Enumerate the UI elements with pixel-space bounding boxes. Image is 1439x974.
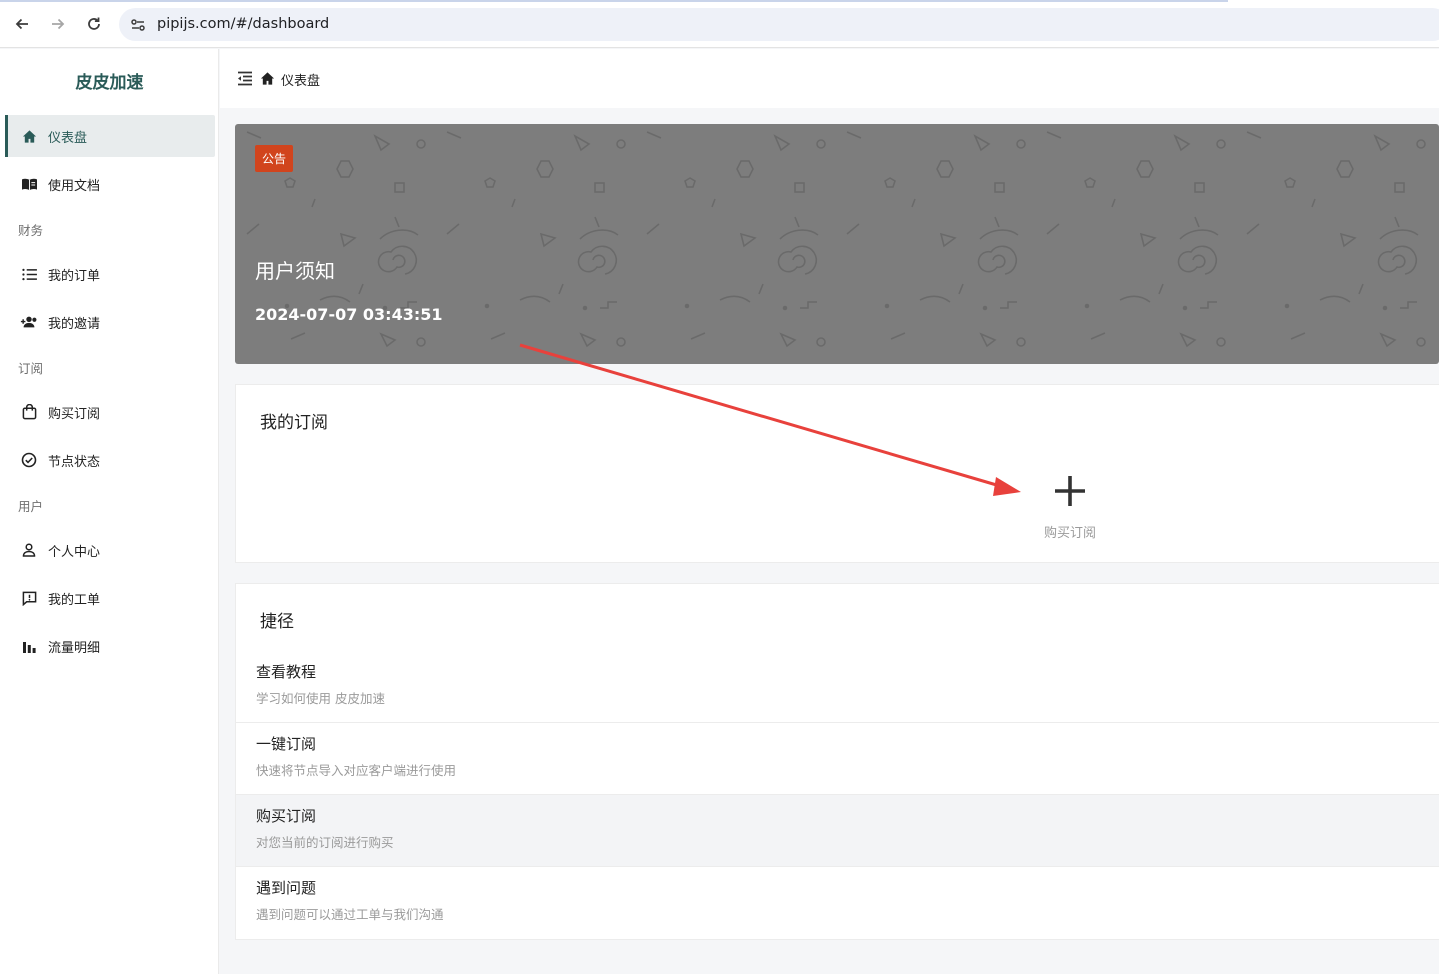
notice-title[interactable]: 用户须知: [255, 255, 335, 284]
sidebar-item-invites[interactable]: 我的邀请: [5, 301, 215, 343]
notice-banner[interactable]: 公告 用户须知 2024-07-07 03:43:51: [235, 124, 1439, 364]
sidebar-item-label: 节点状态: [48, 454, 101, 470]
notice-timestamp: 2024-07-07 03:43:51: [255, 305, 443, 324]
sidebar-item-dashboard[interactable]: 仪表盘: [5, 115, 215, 157]
sidebar-item-traffic[interactable]: 流量明细: [5, 625, 215, 667]
shortcut-title: 遇到问题: [256, 879, 317, 897]
back-button[interactable]: [12, 14, 32, 34]
user-add-icon: [20, 313, 38, 331]
breadcrumb[interactable]: 仪表盘: [281, 70, 320, 89]
home-icon: [20, 127, 38, 145]
shortcut-title: 一键订阅: [256, 735, 317, 753]
sidebar-item-label: 个人中心: [48, 544, 101, 560]
menu-group-user: 用户: [18, 499, 44, 514]
menu-fold-icon[interactable]: [236, 70, 254, 88]
shortcut-desc: 对您当前的订阅进行购买: [256, 835, 394, 850]
home-icon: [260, 72, 275, 85]
sidebar: 皮皮加速 仪表盘 使用文档 财务 我的订单 我的邀请 订阅 购买订阅 节点状态 …: [0, 49, 219, 974]
bar-chart-icon: [20, 637, 38, 655]
banner-pattern: [235, 124, 1439, 364]
person-icon: [20, 541, 38, 559]
shortcuts-card: 捷径 查看教程 学习如何使用 皮皮加速 一键订阅 快速将节点导入对应客户端进行使…: [235, 583, 1439, 940]
plus-icon: [1055, 476, 1085, 506]
menu-group-subscription: 订阅: [18, 361, 44, 376]
shortcut-buy-subscription[interactable]: 购买订阅 对您当前的订阅进行购买: [236, 795, 1439, 867]
reload-button[interactable]: [84, 14, 104, 34]
top-header: 仪表盘: [220, 49, 1439, 108]
menu-group-finance: 财务: [18, 223, 44, 238]
brand-title[interactable]: 皮皮加速: [0, 68, 219, 93]
arrow-right-icon: [52, 18, 65, 30]
sidebar-item-label: 流量明细: [48, 640, 101, 656]
notice-badge: 公告: [255, 145, 293, 172]
address-bar[interactable]: pipijs.com/#/dashboard: [119, 8, 1439, 41]
site-info-icon[interactable]: [129, 16, 147, 34]
sidebar-item-buy-subscription[interactable]: 购买订阅: [5, 391, 215, 433]
check-circle-icon: [20, 451, 38, 469]
sidebar-item-docs[interactable]: 使用文档: [5, 163, 215, 205]
browser-toolbar: pipijs.com/#/dashboard: [0, 0, 1439, 48]
card-title: 捷径: [260, 612, 294, 632]
shortcut-get-help[interactable]: 遇到问题 遇到问题可以通过工单与我们沟通: [236, 867, 1439, 939]
sidebar-item-orders[interactable]: 我的订单: [5, 253, 215, 295]
arrow-left-icon: [15, 18, 28, 30]
sidebar-item-label: 我的邀请: [48, 316, 101, 332]
sidebar-item-tickets[interactable]: 我的工单: [5, 577, 215, 619]
sidebar-item-label: 仪表盘: [48, 130, 88, 146]
sidebar-item-label: 购买订阅: [48, 406, 101, 422]
shortcut-desc: 学习如何使用 皮皮加速: [256, 691, 385, 706]
page-load-progress: [0, 0, 1228, 2]
sidebar-item-label: 我的订单: [48, 268, 101, 284]
shortcut-title: 查看教程: [256, 663, 317, 681]
shortcut-desc: 遇到问题可以通过工单与我们沟通: [256, 907, 444, 922]
url-text[interactable]: pipijs.com/#/dashboard: [157, 16, 329, 32]
my-subscriptions-card: 我的订阅 购买订阅: [235, 384, 1439, 563]
forward-button[interactable]: [48, 14, 68, 34]
sidebar-item-profile[interactable]: 个人中心: [5, 529, 215, 571]
card-title: 我的订阅: [260, 413, 328, 433]
sidebar-item-label: 我的工单: [48, 592, 101, 608]
shortcut-title: 购买订阅: [256, 807, 317, 825]
shortcut-one-click-subscribe[interactable]: 一键订阅 快速将节点导入对应客户端进行使用: [236, 723, 1439, 795]
book-icon: [20, 175, 38, 193]
reload-icon: [88, 17, 100, 30]
shortcut-desc: 快速将节点导入对应客户端进行使用: [256, 763, 457, 778]
sidebar-item-node-status[interactable]: 节点状态: [5, 439, 215, 481]
shortcut-view-tutorial[interactable]: 查看教程 学习如何使用 皮皮加速: [236, 651, 1439, 723]
add-subscription-button[interactable]: 购买订阅: [1018, 473, 1122, 543]
list-icon: [20, 265, 38, 283]
add-subscription-label: 购买订阅: [1043, 526, 1096, 541]
sidebar-item-label: 使用文档: [48, 178, 101, 194]
ticket-icon: [20, 589, 38, 607]
shopping-bag-icon: [20, 403, 38, 421]
